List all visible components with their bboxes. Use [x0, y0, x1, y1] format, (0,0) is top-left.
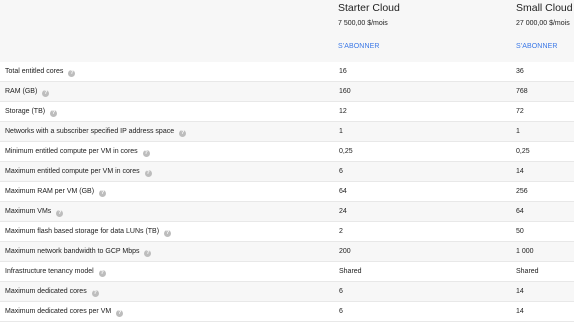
small-cloud-value: 14 — [516, 288, 524, 295]
starter-cloud-value: 1 — [339, 128, 343, 135]
row-label: Maximum entitled compute per VM in cores — [5, 168, 140, 175]
table-row: RAM (GB)? 160 768 — [0, 82, 574, 102]
small-cloud-value: 768 — [516, 88, 528, 95]
row-label: Infrastructure tenancy model — [5, 268, 94, 275]
plan-price: 27 000,00 $/mois — [516, 20, 570, 27]
starter-cloud-value: 6 — [339, 308, 343, 315]
starter-cloud-value: 0,25 — [339, 148, 353, 155]
starter-cloud-value: 2 — [339, 228, 343, 235]
row-label: Maximum dedicated cores — [5, 288, 87, 295]
help-icon[interactable]: ? — [99, 190, 107, 197]
small-cloud-value: 1 — [516, 128, 520, 135]
pricing-header: Starter Cloud 7 500,00 $/mois S'ABONNER … — [0, 0, 574, 62]
row-label: Networks with a subscriber specified IP … — [5, 128, 175, 135]
small-cloud-value: 72 — [516, 108, 524, 115]
row-label: Maximum VMs — [5, 208, 52, 215]
plan-name: Starter Cloud — [338, 2, 400, 14]
table-row: Maximum dedicated cores per VM? 6 14 — [0, 302, 574, 322]
table-row: Networks with a subscriber specified IP … — [0, 122, 574, 142]
starter-cloud-value: 160 — [339, 88, 351, 95]
help-icon[interactable]: ? — [142, 150, 150, 157]
table-row: Total entitled cores? 16 36 — [0, 62, 574, 82]
help-icon[interactable]: ? — [179, 130, 187, 137]
small-cloud-value: 64 — [516, 208, 524, 215]
row-label: Maximum dedicated cores per VM — [5, 308, 112, 315]
table-row: Maximum VMs? 24 64 — [0, 202, 574, 222]
row-label: Storage (TB) — [5, 108, 46, 115]
row-label: RAM (GB) — [5, 88, 38, 95]
table-row: Maximum network bandwidth to GCP Mbps? 2… — [0, 242, 574, 262]
table-row: Minimum entitled compute per VM in cores… — [0, 142, 574, 162]
help-icon[interactable]: ? — [56, 210, 64, 217]
help-icon[interactable]: ? — [50, 110, 58, 117]
table-row: Storage (TB)? 12 72 — [0, 102, 574, 122]
starter-cloud-value: 6 — [339, 168, 343, 175]
starter-cloud-value: 200 — [339, 248, 351, 255]
help-icon[interactable]: ? — [144, 170, 152, 177]
row-label: Total entitled cores — [5, 68, 64, 75]
starter-cloud-value: 12 — [339, 108, 347, 115]
starter-cloud-value: 24 — [339, 208, 347, 215]
help-icon[interactable]: ? — [144, 250, 152, 257]
small-cloud-value: 14 — [516, 168, 524, 175]
table-row: Maximum flash based storage for data LUN… — [0, 222, 574, 242]
help-icon[interactable]: ? — [91, 290, 99, 297]
help-icon[interactable]: ? — [68, 70, 76, 77]
help-icon[interactable]: ? — [98, 270, 106, 277]
small-cloud-value: 50 — [516, 228, 524, 235]
subscribe-button-small-cloud[interactable]: S'ABONNER — [516, 43, 558, 50]
small-cloud-value: Shared — [516, 268, 539, 275]
row-label: Maximum network bandwidth to GCP Mbps — [5, 248, 140, 255]
help-icon[interactable]: ? — [164, 230, 172, 237]
small-cloud-value: 14 — [516, 308, 524, 315]
small-cloud-value: 256 — [516, 188, 528, 195]
plan-price: 7 500,00 $/mois — [338, 20, 388, 27]
starter-cloud-value: 6 — [339, 288, 343, 295]
starter-cloud-value: 16 — [339, 68, 347, 75]
table-row: Maximum dedicated cores? 6 14 — [0, 282, 574, 302]
small-cloud-value: 36 — [516, 68, 524, 75]
comparison-table: Total entitled cores? 16 36 RAM (GB)? 16… — [0, 62, 574, 322]
table-row: Maximum RAM per VM (GB)? 64 256 — [0, 182, 574, 202]
help-icon[interactable]: ? — [42, 90, 50, 97]
row-label: Maximum flash based storage for data LUN… — [5, 228, 160, 235]
small-cloud-value: 0,25 — [516, 148, 530, 155]
row-label: Minimum entitled compute per VM in cores — [5, 148, 138, 155]
starter-cloud-value: Shared — [339, 268, 362, 275]
subscribe-button-starter-cloud[interactable]: S'ABONNER — [338, 43, 380, 50]
small-cloud-value: 1 000 — [516, 248, 534, 255]
table-row: Maximum entitled compute per VM in cores… — [0, 162, 574, 182]
plan-name: Small Cloud — [516, 2, 573, 14]
table-row: Infrastructure tenancy model? Shared Sha… — [0, 262, 574, 282]
row-label: Maximum RAM per VM (GB) — [5, 188, 95, 195]
starter-cloud-value: 64 — [339, 188, 347, 195]
